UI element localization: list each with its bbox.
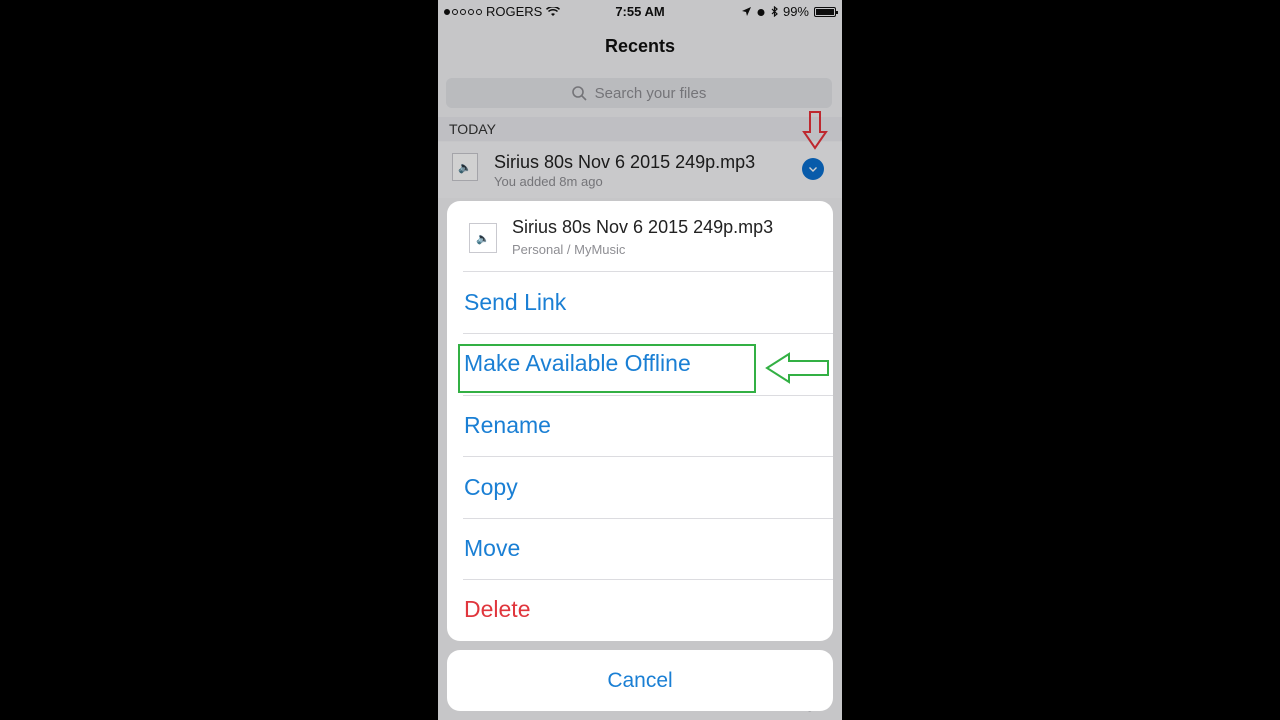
send-link-button[interactable]: Send Link [464, 289, 566, 316]
divider [463, 271, 833, 272]
divider [463, 395, 833, 396]
phone-screen: ROGERS 7:55 AM 99% Recents Search your f… [438, 0, 842, 720]
sheet-file-path: Personal / MyMusic [512, 242, 626, 257]
audio-file-icon: 🔈 [469, 223, 497, 253]
delete-button[interactable]: Delete [464, 596, 530, 623]
action-sheet: 🔈 Sirius 80s Nov 6 2015 249p.mp3 Persona… [447, 201, 833, 641]
divider [463, 333, 833, 334]
divider [463, 456, 833, 457]
cancel-button[interactable]: Cancel [447, 650, 833, 711]
rename-button[interactable]: Rename [464, 412, 551, 439]
left-arrow-annotation-icon [765, 352, 829, 384]
highlight-box-annotation [458, 344, 756, 393]
divider [463, 518, 833, 519]
action-sheet-header: 🔈 Sirius 80s Nov 6 2015 249p.mp3 Persona… [447, 201, 833, 271]
divider [463, 579, 833, 580]
copy-button[interactable]: Copy [464, 474, 518, 501]
move-button[interactable]: Move [464, 535, 520, 562]
sheet-file-name: Sirius 80s Nov 6 2015 249p.mp3 [512, 217, 774, 237]
